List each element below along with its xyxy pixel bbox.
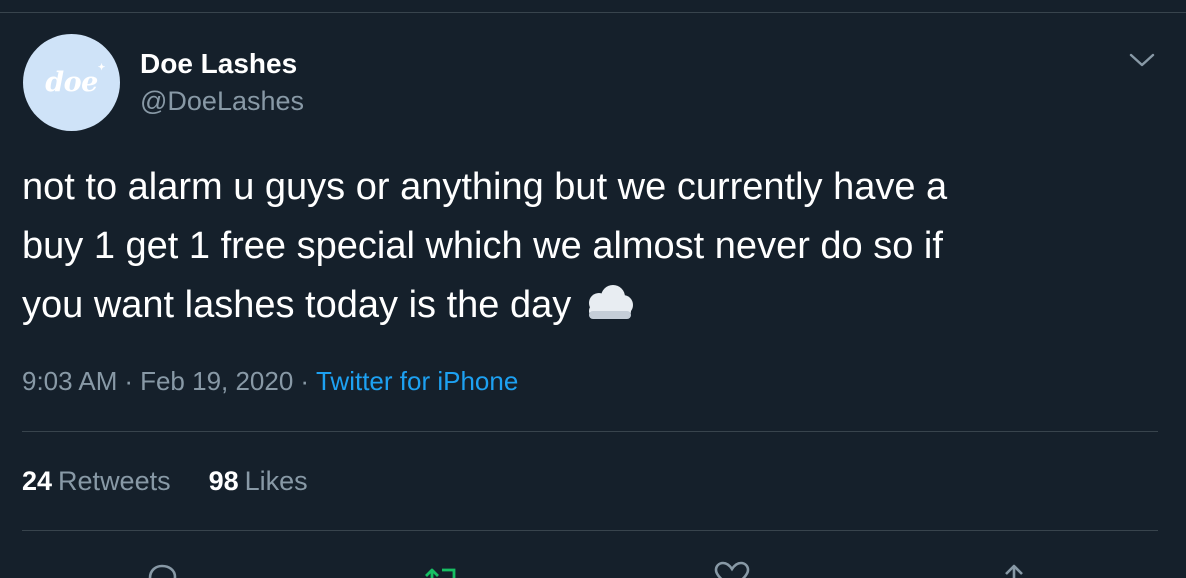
stats-top-divider (22, 431, 1158, 432)
likes-stat[interactable]: 98 Likes (209, 466, 308, 497)
tweet-date[interactable]: Feb 19, 2020 (140, 366, 293, 396)
top-divider (0, 12, 1186, 13)
tweet-line: not to alarm u guys or anything but we c… (22, 166, 948, 208)
stats-bottom-divider (22, 530, 1158, 531)
author-handle[interactable]: @DoeLashes (140, 86, 304, 117)
meta-separator: · (300, 366, 309, 396)
avatar[interactable]: doe ✦ (23, 34, 120, 131)
chevron-down-icon[interactable] (1126, 46, 1158, 74)
meta-separator: · (124, 366, 134, 396)
tweet-line: buy 1 get 1 free special which we almost… (22, 225, 943, 267)
tweet-line-text: you want lashes today is the day (22, 284, 572, 326)
avatar-logo: doe ✦ (45, 63, 105, 98)
retweets-label: Retweets (58, 466, 171, 496)
retweet-icon[interactable] (422, 560, 462, 578)
cloud-icon (589, 285, 634, 319)
likes-count: 98 (208, 466, 239, 496)
like-icon[interactable] (712, 560, 752, 578)
share-icon[interactable] (994, 560, 1034, 578)
tweet-text: not to alarm u guys or anything but we c… (22, 158, 1162, 335)
tweet-meta: 9:03 AM · Feb 19, 2020 · Twitter for iPhone (22, 366, 518, 397)
tweet-stats: 24 Retweets 98 Likes (22, 466, 346, 497)
author-display-name[interactable]: Doe Lashes (140, 48, 297, 80)
tweet-source-link[interactable]: Twitter for iPhone (316, 366, 518, 396)
reply-icon[interactable] (142, 560, 182, 578)
retweets-count: 24 (22, 466, 53, 496)
likes-label: Likes (244, 466, 308, 496)
tweet-line-last: you want lashes today is the day (22, 276, 1162, 335)
tweet-card: doe ✦ Doe Lashes @DoeLashes not to alarm … (0, 0, 1186, 578)
retweets-stat[interactable]: 24 Retweets (22, 466, 171, 497)
tweet-time: 9:03 AM (22, 366, 118, 396)
